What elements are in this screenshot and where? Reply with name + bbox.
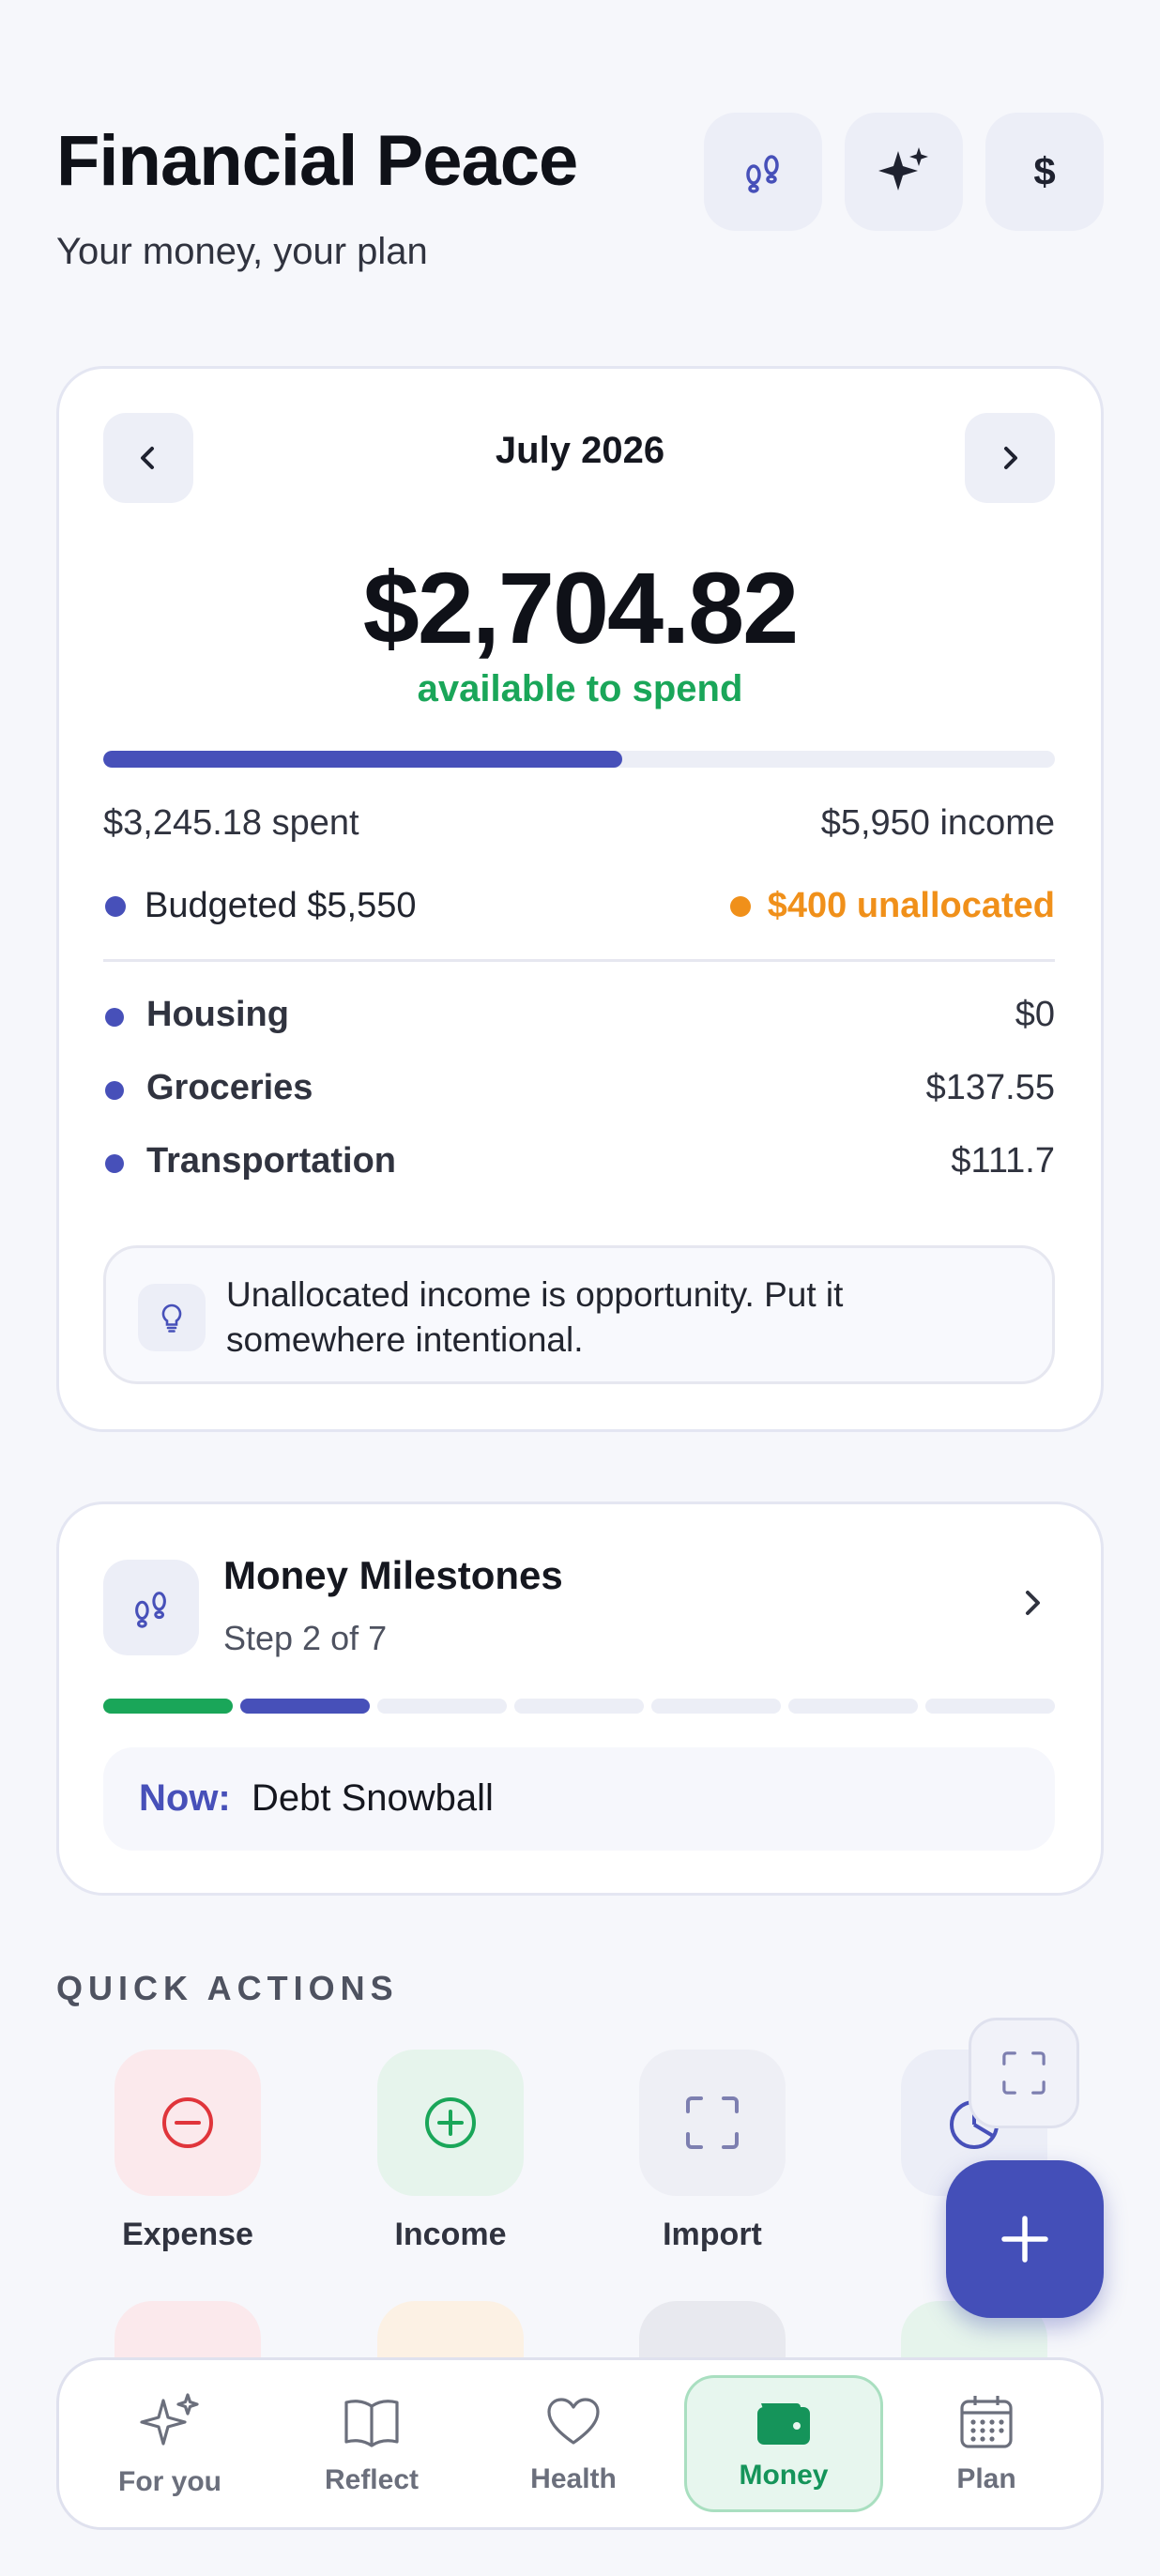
milestone-segment: [377, 1699, 507, 1714]
category-dot: [105, 1081, 124, 1100]
milestone-segment: [514, 1699, 644, 1714]
calendar-icon: [960, 2396, 1013, 2448]
plus-circle-icon: [425, 2097, 476, 2148]
milestone-segment: [651, 1699, 781, 1714]
chevron-right-icon: [1004, 447, 1017, 469]
minus-circle-icon: [162, 2097, 213, 2148]
milestone-segment: [925, 1699, 1055, 1714]
lightbulb-icon: [138, 1284, 206, 1351]
import-action-button[interactable]: [639, 2050, 786, 2196]
unallocated-dot: [730, 896, 751, 917]
now-label: Now:: [139, 1777, 231, 1819]
import-action-label: Import: [663, 2217, 762, 2252]
page-subtitle: Your money, your plan: [56, 231, 428, 272]
spent-amount: $3,245.18 spent: [103, 803, 359, 843]
milestones-icon-tile: [103, 1560, 199, 1655]
nav-label-health: Health: [530, 2463, 617, 2494]
spending-progress-bar: [103, 751, 1055, 768]
nav-label-for-you: For you: [118, 2466, 221, 2497]
expense-action-button[interactable]: [114, 2050, 261, 2196]
expense-action-label: Expense: [122, 2217, 253, 2252]
wallet-icon: [757, 2403, 810, 2445]
nav-label-reflect: Reflect: [324, 2464, 420, 2495]
available-label: available to spend: [417, 668, 743, 709]
nav-item-for-you[interactable]: For you: [70, 2375, 269, 2512]
category-name-groceries: Groceries: [146, 1068, 313, 1107]
footsteps-icon: [746, 155, 779, 193]
current-step-box: Now: Debt Snowball: [103, 1747, 1055, 1851]
nav-label-plan: Plan: [956, 2463, 1016, 2494]
milestone-segment: [788, 1699, 918, 1714]
ai-sparkle-button[interactable]: [845, 113, 963, 231]
book-icon: [344, 2400, 399, 2447]
category-value-groceries: $137.55: [925, 1068, 1055, 1107]
nav-label-money: Money: [739, 2460, 829, 2491]
nav-item-money[interactable]: Money: [684, 2375, 883, 2512]
unallocated-amount: $400 unallocated: [767, 886, 1055, 925]
budgeted-amount: Budgeted $5,550: [145, 886, 417, 925]
category-name-transportation: Transportation: [146, 1141, 397, 1181]
footsteps-icon: [135, 1592, 166, 1628]
now-value: Debt Snowball: [252, 1777, 494, 1819]
quick-actions-heading: QUICK ACTIONS: [56, 1969, 399, 2007]
scan-frame-icon: [686, 2096, 739, 2149]
milestones-title: Money Milestones: [223, 1553, 563, 1597]
category-value-housing: $0: [1015, 995, 1055, 1034]
sparkles-icon: [878, 147, 928, 191]
chevron-right-icon[interactable]: [1015, 1586, 1049, 1620]
add-fab-button[interactable]: [946, 2160, 1104, 2318]
page-title: Financial Peace: [56, 121, 578, 201]
category-name-housing: Housing: [146, 995, 289, 1034]
nav-item-health[interactable]: Health: [474, 2375, 673, 2512]
spending-progress-fill: [103, 751, 622, 768]
currency-button[interactable]: $: [985, 113, 1104, 231]
next-month-button[interactable]: [965, 413, 1055, 503]
available-amount: $2,704.82: [362, 551, 799, 664]
income-amount: $5,950 income: [820, 803, 1055, 843]
nav-item-plan[interactable]: Plan: [887, 2375, 1086, 2512]
scan-frame-icon: [1002, 2051, 1046, 2095]
income-action-label: Income: [394, 2217, 507, 2252]
milestone-segment: [240, 1699, 370, 1714]
income-action-button[interactable]: [377, 2050, 524, 2196]
category-dot: [105, 1008, 124, 1027]
bottom-nav: For you Reflect Health Money Plan: [56, 2357, 1104, 2530]
tip-text: Unallocated income is opportunity. Put i…: [226, 1275, 844, 1359]
sparkles-icon: [140, 2393, 199, 2446]
scan-receipt-button[interactable]: [969, 2018, 1079, 2128]
nav-item-reflect[interactable]: Reflect: [272, 2375, 471, 2512]
heart-icon: [547, 2398, 600, 2445]
tip-box: Unallocated income is opportunity. Put i…: [103, 1245, 1055, 1384]
card-divider: [103, 959, 1055, 962]
category-value-transportation: $111.7: [951, 1141, 1055, 1181]
dollar-icon: $: [1033, 149, 1056, 193]
category-dot: [105, 1154, 124, 1173]
milestone-segment: [103, 1699, 233, 1714]
plus-icon: [1001, 2216, 1048, 2263]
milestones-step: Step 2 of 7: [223, 1619, 388, 1657]
budgeted-dot: [105, 896, 126, 917]
milestones-header-button[interactable]: [704, 113, 822, 231]
